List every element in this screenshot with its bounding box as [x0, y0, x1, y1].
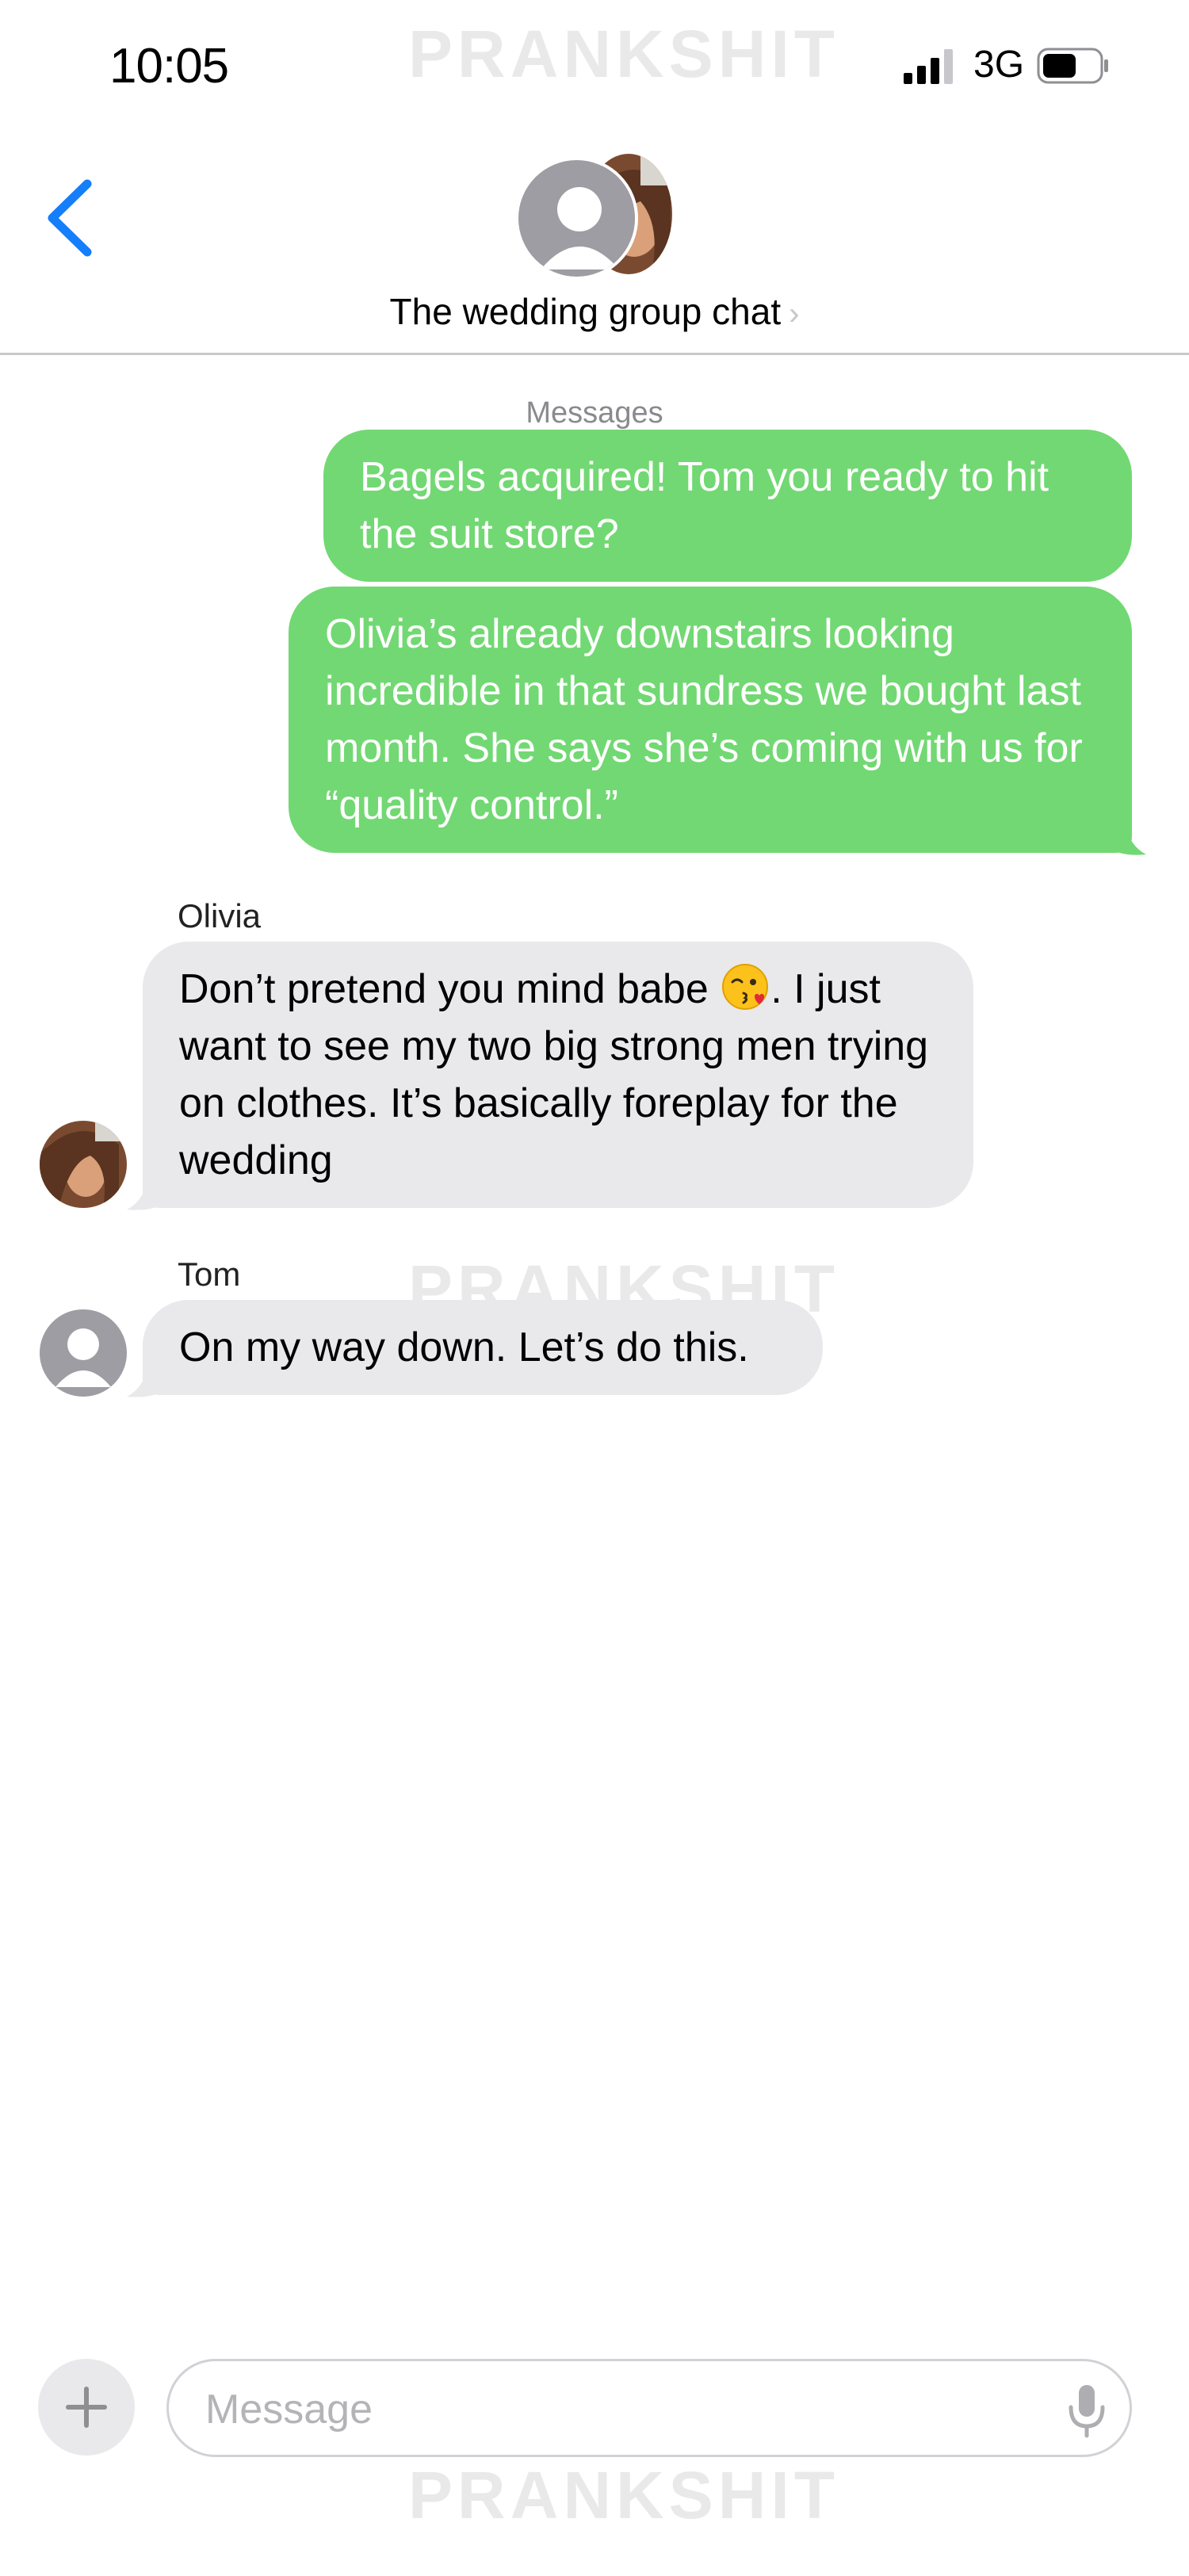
network-type: 3G — [973, 44, 1025, 86]
apps-plus-button[interactable] — [38, 2359, 135, 2456]
service-label: Messages — [526, 396, 663, 430]
microphone-icon[interactable] — [1061, 2383, 1112, 2439]
bubble-tail — [127, 1347, 171, 1397]
group-title-text: The wedding group chat — [389, 291, 782, 332]
bubble-tail — [1102, 805, 1146, 855]
conversation-header: The wedding group chat › — [0, 135, 1189, 355]
cellular-signal-icon — [904, 49, 953, 84]
status-time: 10:05 — [109, 39, 229, 94]
generic-contact-avatar — [515, 157, 638, 280]
received-message-bubble[interactable]: On my way down. Let’s do this. — [143, 1300, 823, 1395]
sent-message-bubble[interactable]: Olivia’s already downstairs looking incr… — [289, 587, 1132, 853]
back-chevron-icon[interactable] — [40, 174, 103, 262]
sender-name: Olivia — [178, 897, 262, 934]
message-text: Don’t pretend you mind babe — [179, 966, 721, 1012]
group-title[interactable]: The wedding group chat › — [0, 290, 1189, 333]
kissing-face-winking-emoji-icon — [722, 964, 769, 1010]
battery-icon — [1037, 48, 1108, 84]
group-avatar[interactable] — [515, 149, 682, 280]
received-message-bubble[interactable]: Don’t pretend you mind babe . I just wan… — [143, 942, 973, 1208]
tom-avatar[interactable] — [40, 1309, 127, 1397]
bubble-tail — [127, 1160, 171, 1210]
plus-icon — [66, 2387, 107, 2428]
olivia-avatar[interactable] — [40, 1121, 127, 1208]
watermark: PRANKSHIT — [408, 2458, 840, 2532]
chevron-right-icon: › — [789, 296, 800, 331]
watermark: PRANKSHIT — [408, 17, 840, 91]
sender-name: Tom — [178, 1256, 241, 1293]
message-input-container — [166, 2359, 1132, 2457]
message-input[interactable] — [205, 2379, 1014, 2440]
sent-message-bubble[interactable]: Bagels acquired! Tom you ready to hit th… — [323, 430, 1132, 582]
